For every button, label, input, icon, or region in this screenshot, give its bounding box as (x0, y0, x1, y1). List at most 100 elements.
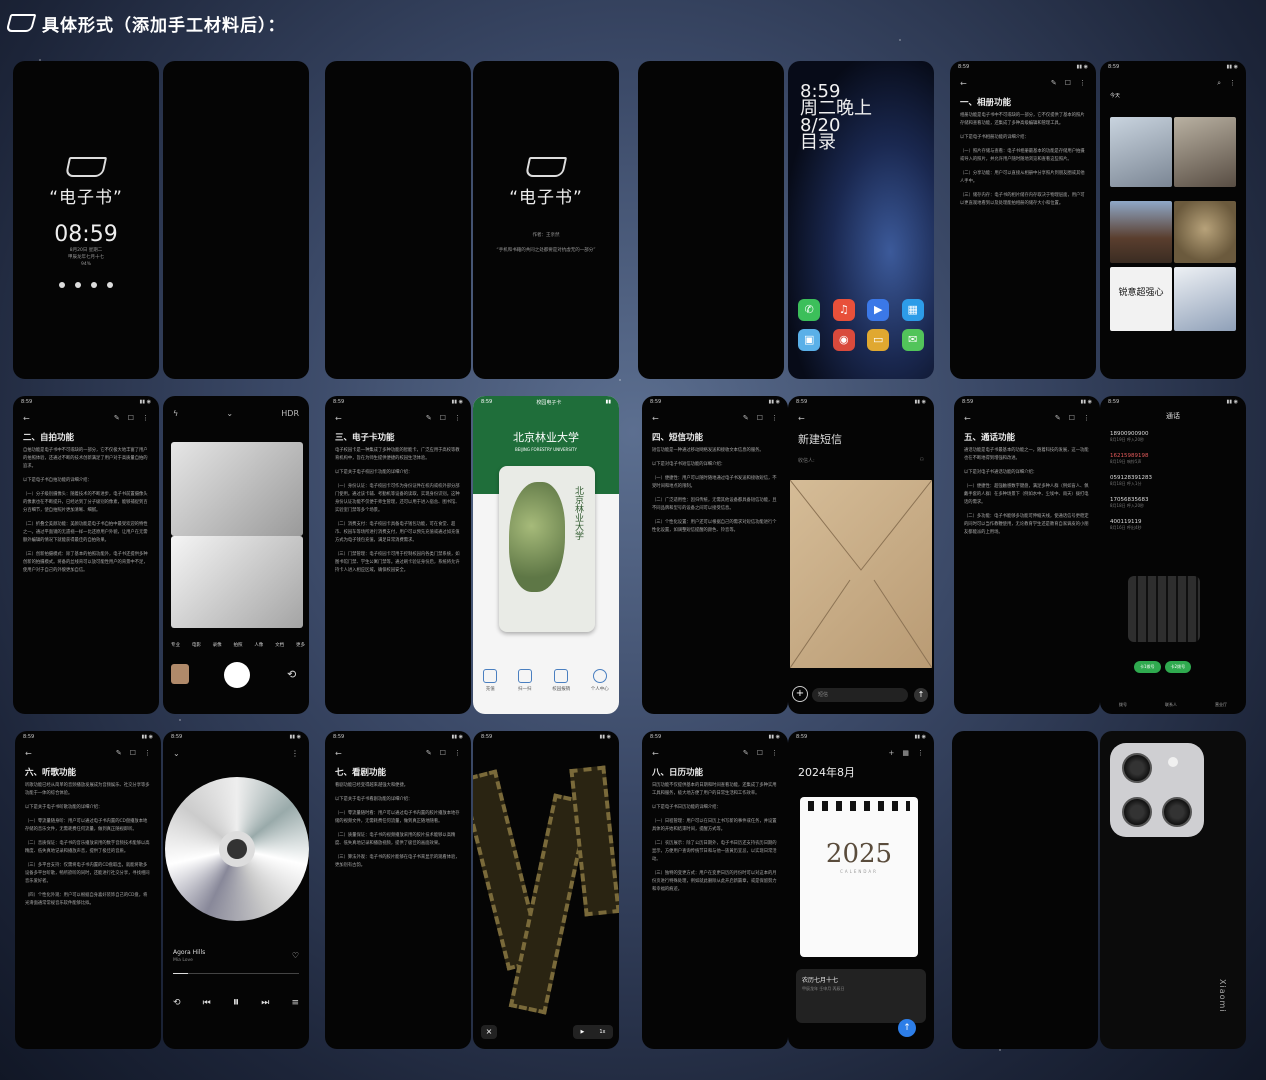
doc-paragraph: （三）算法外观：电子书的胶片能够在电子书来显示的观看体验，更加别有古韵。 (335, 855, 460, 868)
tab-profile[interactable]: 个人中心 (591, 669, 609, 692)
doc-paragraph: （二）折叠全美颜功能：美颜功能是电子书自拍中最受欢迎的特性之一。通过平面镜的无遗… (23, 522, 148, 543)
call-log-item[interactable]: 400119119 8月16日 呼出4秒 (1100, 515, 1246, 537)
group-call: 8:59 ▮▮ ◉ ← ✎ ☐ ⋮ 五、通话功能 通话功能是电子书最基本的功能之一，随着… (954, 396, 1246, 714)
calendar-icon[interactable]: ▦ (902, 749, 909, 757)
tab-service[interactable]: 营业厅 (1215, 702, 1227, 708)
previous-icon[interactable]: ⏮ (203, 998, 211, 1008)
author-line: 作者：王亲然 (532, 233, 560, 238)
video-app-icon[interactable]: ▶ (867, 299, 890, 321)
message-app-icon[interactable]: ✉ (901, 329, 924, 351)
photo-thumbnail[interactable] (1110, 117, 1172, 187)
doc-title: 五、通话功能 (964, 433, 1016, 443)
like-icon[interactable]: ♡ (292, 951, 299, 960)
more-icon[interactable]: ⋮ (1229, 79, 1236, 88)
edit-icon[interactable]: ✎ (1051, 79, 1057, 87)
back-icon[interactable]: ← (23, 414, 30, 423)
back-icon[interactable]: ← (964, 414, 971, 423)
film-strip (569, 765, 619, 917)
sim1-dial-button[interactable]: 卡1拨号 (1134, 661, 1161, 673)
doc-paragraph: 以下是关于电子书看剧功能的详细介绍： (335, 797, 413, 802)
call-log-item[interactable]: 059128391283 8月18日 呼入1分 (1100, 471, 1246, 493)
chevron-down-icon[interactable]: ⌄ (173, 749, 180, 758)
back-icon[interactable]: ← (960, 79, 967, 88)
doc-paragraph: （四）个性化外观：用户可以根据自身喜好装饰自己的CD盘，将光滑面通常常规音乐软件… (25, 893, 148, 906)
doc-paragraph: （一）便捷性：用户可以随时随地通过电子书发送和接收短信，不受时间和地点的限制。 (652, 476, 777, 489)
gallery-app-icon[interactable]: ▣ (798, 329, 821, 351)
sim2-dial-button[interactable]: 卡2拨号 (1164, 661, 1192, 673)
tab-scan[interactable]: 扫一扫 (517, 669, 532, 692)
screen-aod: “电子书” 08:59 8月20日 星期二 甲辰龙年七月十七 94% (13, 61, 159, 379)
close-icon[interactable]: × (481, 1025, 497, 1039)
flash-light (1168, 757, 1178, 767)
hdr-toggle[interactable]: HDR (281, 409, 299, 418)
calendar-app-icon[interactable]: ▦ (901, 299, 924, 321)
speed-button[interactable]: 1x (599, 1029, 605, 1035)
playlist-icon[interactable]: ≡ (291, 998, 299, 1008)
switch-camera-icon[interactable]: ⟲ (287, 668, 296, 681)
call-log-item[interactable]: 17056835683 8月18日 呼入20秒 (1100, 493, 1246, 515)
doc-paragraph: （一）零流量随时看：用户可以通过电子书内置的胶片播放本地存储的视频文件，无需耗费… (335, 811, 460, 824)
phone-app-icon[interactable]: ✆ (798, 299, 821, 321)
more-icon[interactable]: ⋮ (1079, 79, 1086, 87)
photo-thumbnail[interactable] (1110, 201, 1172, 263)
back-icon[interactable]: ← (335, 414, 342, 423)
shutter-button[interactable] (224, 662, 250, 688)
photo-thumbnail[interactable] (1174, 267, 1236, 331)
card-app-icon[interactable]: ▭ (867, 329, 890, 351)
next-icon[interactable]: ⏭ (261, 998, 269, 1008)
today-fab[interactable]: ↑ (898, 1019, 916, 1037)
send-icon[interactable]: ↑ (914, 688, 928, 702)
tab-reimburse[interactable]: 校园报销 (552, 669, 570, 692)
screen-sms-doc: 8:59 ▮▮ ◉ ← ✎ ☐ ⋮ 四、短信功能 短信功能是一种通过移动网络发送和接收文… (642, 396, 788, 714)
lunar-card[interactable]: 农历七月十七 甲辰龙年 壬申月 丙辰日 (796, 969, 926, 1023)
back-icon[interactable]: ← (652, 749, 659, 758)
add-icon[interactable]: + (889, 749, 895, 757)
pause-icon[interactable]: ⏸ (233, 995, 240, 1010)
photo-thumbnail[interactable]: 锐意超强心 (1110, 267, 1172, 331)
group-sms: 8:59 ▮▮ ◉ ← ✎ ☐ ⋮ 四、短信功能 短信功能是一种通过移动网络发送和接收文… (642, 396, 934, 714)
back-icon[interactable]: ← (335, 749, 342, 758)
tab-contacts[interactable]: 联系人 (1165, 702, 1177, 708)
reader-icon[interactable]: ☐ (1065, 79, 1071, 87)
music-app-icon[interactable]: ♫ (832, 299, 855, 321)
recipient-field[interactable]: 收信人: ⚇ (788, 453, 934, 468)
dialer-title: 通话 (1166, 412, 1180, 420)
chevron-down-icon[interactable]: ⌄ (226, 409, 233, 418)
doc-title: 八、日历功能 (652, 768, 704, 778)
camera-app-icon[interactable]: ◉ (832, 329, 855, 351)
back-icon[interactable]: ← (652, 414, 659, 423)
repeat-icon[interactable]: ⟲ (173, 998, 181, 1008)
add-attachment-icon[interactable]: + (792, 686, 808, 702)
more-icon[interactable]: ⋮ (291, 749, 299, 758)
doc-paragraph: （二）消费支付：电子校园卡具备电子钱包功能，可在食堂、超市、校园车等场所进行消费… (335, 522, 460, 543)
tab-recharge[interactable]: 充值 (483, 669, 498, 692)
campus-card[interactable]: 北京林业大学 (499, 466, 595, 632)
group-camera: 8:59 ▮▮ ◉ ← ✎ ☐ ⋮ 二、自拍功能 自拍功能是电子书中不可或缺的一部分，它… (13, 396, 309, 714)
thumbnail-preview[interactable] (171, 664, 189, 684)
screen-new-sms: 8:59 ▮▮ ◉ ← 新建短信 收信人: ⚇ + 短信 ↑ (788, 396, 934, 714)
tab-dial[interactable]: 拨号 (1119, 702, 1127, 708)
doc-paragraph: 以下是关于电子书听歌功能的详细介绍： (25, 805, 103, 810)
photo-thumbnail[interactable] (1174, 201, 1236, 263)
call-log-item[interactable]: 18900900900 8月19日 呼入20秒 (1100, 427, 1246, 449)
sms-input[interactable]: 短信 (812, 688, 908, 702)
call-log-item[interactable]: 16215989198 8月19日 响铃5声 (1100, 449, 1246, 471)
screen-dialer: 8:59 ▮▮ ◉ 通话 18900900900 8月19日 呼入20秒 16215… (1100, 396, 1246, 714)
play-icon[interactable]: ▶ (581, 1029, 585, 1035)
more-icon[interactable]: ⋮ (917, 749, 924, 757)
flash-icon[interactable]: ϟ (173, 409, 178, 418)
progress-bar[interactable] (173, 973, 299, 974)
doc-paragraph: （三）储存内存：电子书的相片储存内存取决于物理层面，用户可以更直观地看到以及处理… (960, 193, 1085, 206)
back-icon[interactable]: ← (25, 749, 32, 758)
back-icon[interactable]: ← (798, 414, 805, 423)
battery-level: 94% (80, 262, 91, 267)
group-home: 8:59 周二晚上 8/20 目录 ✆ ♫ ▶ ▦ ▣ ◉ ▭ ✉ (638, 61, 934, 379)
screen-campus-card: 8:59 校园电子卡 ▮▮ 北京林业大学 BEIJING FORESTRY UNIV… (473, 396, 619, 714)
doc-paragraph: （三）多平台支持：仅需将电子书内置的CD盘取出，就能将歌多设备多平台听歌，畅所欲… (25, 863, 150, 884)
doc-paragraph: （一）分子级别摄像头：随着技术的不断进步，电子书前置摄像头的像素也在不断提升，已… (23, 492, 148, 513)
screen-black (638, 61, 784, 379)
search-icon[interactable]: ⌕ (1217, 79, 1221, 88)
screen-home: 8:59 周二晚上 8/20 目录 ✆ ♫ ▶ ▦ ▣ ◉ ▭ ✉ (788, 61, 934, 379)
doc-paragraph: （二）分享功能：用户可以直接从相册中分享照片到朋友圈或其他人手中。 (960, 171, 1085, 184)
photo-thumbnail[interactable] (1174, 117, 1236, 187)
